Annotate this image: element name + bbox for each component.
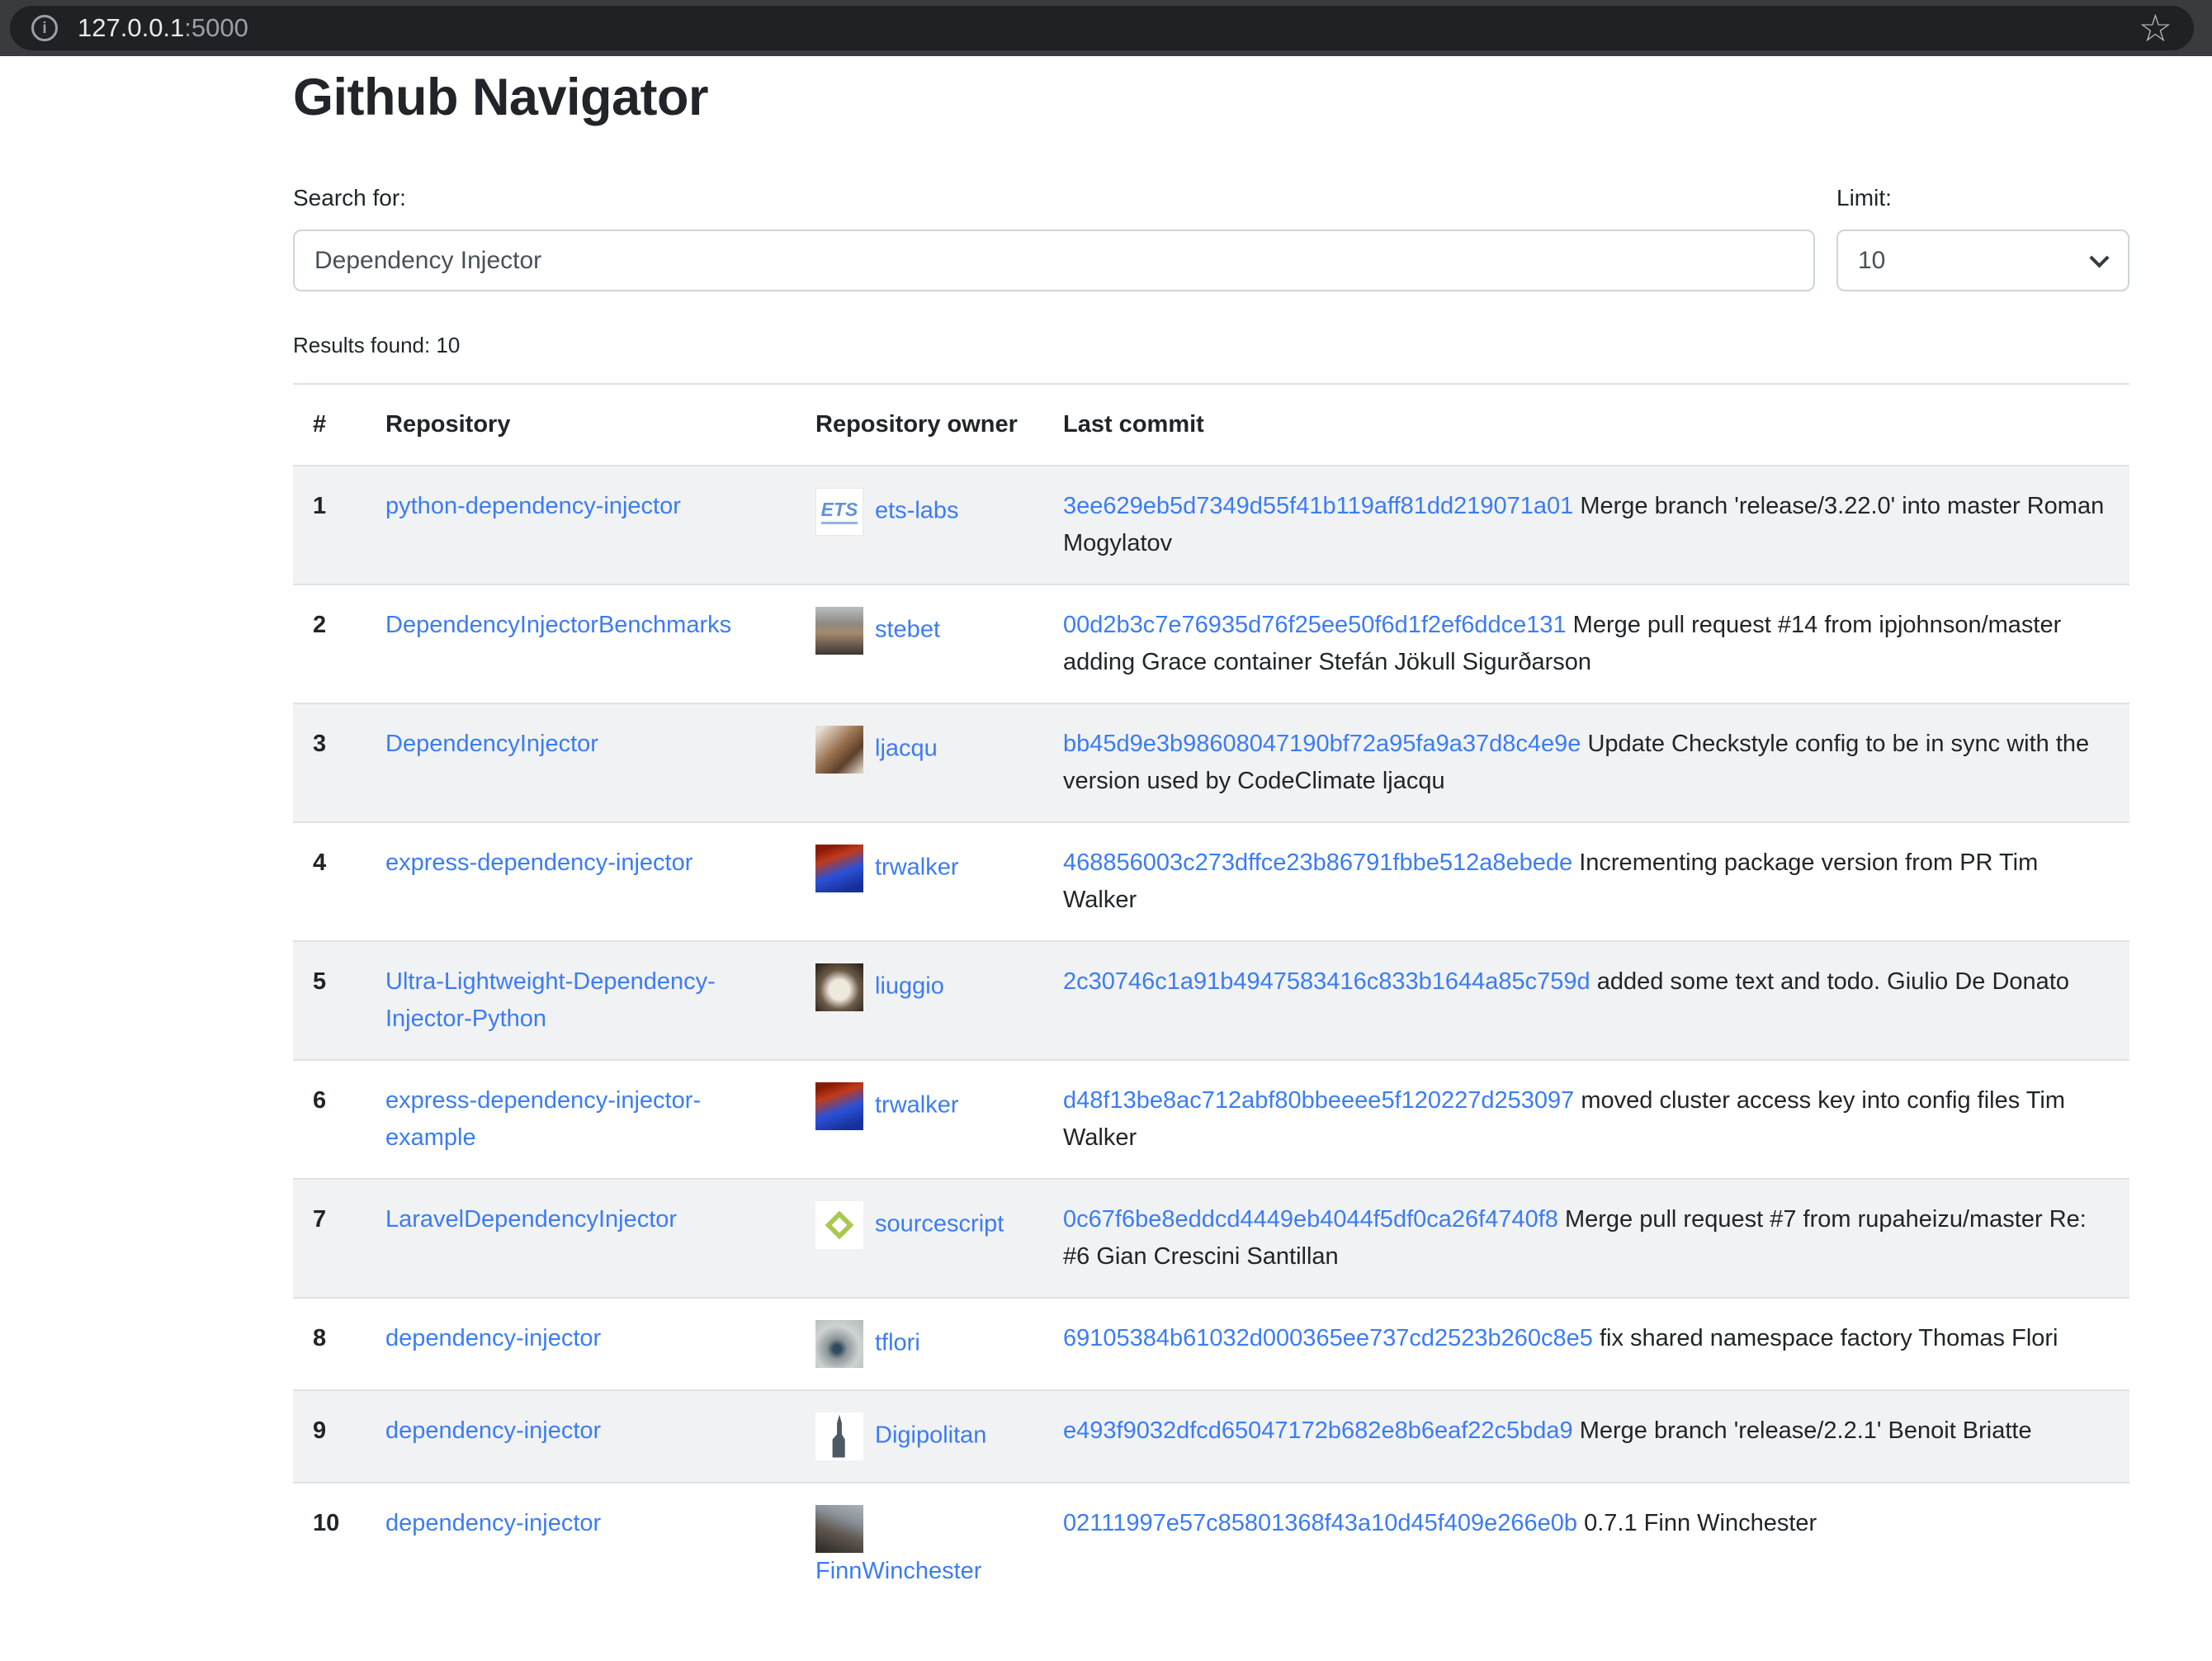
repo-link[interactable]: express-dependency-injector [385,849,692,876]
owner-link[interactable]: sourcescript [875,1210,1004,1237]
limit-select[interactable]: 10 [1836,230,2129,291]
row-number: 1 [293,466,366,584]
commit-hash-link[interactable]: 468856003c273dffce23b86791fbbe512a8ebede [1063,849,1572,876]
search-group: Search for: [293,185,1815,291]
page-title: Github Navigator [293,68,2129,127]
table-row: 10 dependency-injector FinnWinchester 02… [293,1483,2129,1611]
table-row: 7 LaravelDependencyInjector sourcescript… [293,1179,2129,1298]
sourcescript-avatar [815,1201,863,1249]
bookmark-star-icon[interactable]: ☆ [2139,9,2172,47]
table-row: 3 DependencyInjector ljacqu bb45d9e3b986… [293,703,2129,822]
header-number: # [293,384,366,466]
url-bar[interactable]: i 127.0.0.1:5000 ☆ [10,6,2194,50]
row-number: 9 [293,1390,366,1483]
row-number: 8 [293,1298,366,1390]
header-repository-owner: Repository owner [796,384,1043,466]
url-host: 127.0.0.1 [78,13,184,42]
search-controls: Search for: Limit: 10 [293,185,2129,291]
ets-labs-avatar: ETS [815,488,863,536]
repo-link[interactable]: LaravelDependencyInjector [385,1206,677,1233]
commit-hash-link[interactable]: d48f13be8ac712abf80bbeeee5f120227d253097 [1063,1087,1574,1114]
row-number: 5 [293,941,366,1060]
page-content: Github Navigator Search for: Limit: 10 R… [293,68,2129,1611]
commit-hash-link[interactable]: 2c30746c1a91b4947583416c833b1644a85c759d [1063,968,1590,995]
commit-hash-link[interactable]: 02111997e57c85801368f43a10d45f409e266e0b [1063,1510,1577,1536]
repo-link[interactable]: Ultra-Lightweight-Dependency-Injector-Py… [385,968,716,1032]
building-icon [822,1415,857,1458]
owner-link[interactable]: Digipolitan [875,1422,986,1448]
owner-link[interactable]: trwalker [875,1091,959,1118]
results-count: Results found: 10 [293,333,2129,358]
limit-label: Limit: [1836,185,2129,211]
browser-toolbar: i 127.0.0.1:5000 ☆ [0,0,2212,56]
finnwinchester-avatar [815,1505,863,1553]
owner-link[interactable]: FinnWinchester [815,1558,981,1584]
commit-message: added some text and todo. Giulio De Dona… [1597,968,2069,995]
liuggio-avatar [815,963,863,1011]
commit-message: fix shared namespace factory Thomas Flor… [1600,1325,2058,1351]
repo-link[interactable]: dependency-injector [385,1325,601,1351]
row-number: 4 [293,822,366,941]
url-text: 127.0.0.1:5000 [78,13,248,43]
owner-link[interactable]: ets-labs [875,498,959,524]
results-table: # Repository Repository owner Last commi… [293,383,2129,1611]
owner-link[interactable]: trwalker [875,854,959,881]
trwalker-avatar [815,1082,863,1130]
search-input[interactable] [293,230,1815,291]
limit-group: Limit: 10 [1836,185,2129,291]
table-row: 6 express-dependency-injector-example tr… [293,1060,2129,1179]
table-header-row: # Repository Repository owner Last commi… [293,384,2129,466]
table-row: 8 dependency-injector tflori 69105384b61… [293,1298,2129,1390]
stebet-avatar [815,607,863,655]
commit-message: 0.7.1 Finn Winchester [1584,1510,1817,1536]
owner-link[interactable]: stebet [875,617,940,643]
commit-hash-link[interactable]: 00d2b3c7e76935d76f25ee50f6d1f2ef6ddce131 [1063,612,1567,638]
repo-link[interactable]: dependency-injector [385,1417,601,1444]
owner-link[interactable]: liuggio [875,973,944,1000]
row-number: 7 [293,1179,366,1298]
search-label: Search for: [293,185,1815,211]
owner-link[interactable]: ljacqu [875,736,938,762]
ets-logo-text: ETS [821,500,858,524]
table-row: 1 python-dependency-injector ETS ets-labs… [293,466,2129,584]
table-row: 4 express-dependency-injector trwalker 4… [293,822,2129,941]
repo-link[interactable]: DependencyInjectorBenchmarks [385,612,731,638]
commit-hash-link[interactable]: 3ee629eb5d7349d55f41b119aff81dd219071a01 [1063,493,1573,519]
table-row: 9 dependency-injector Digipolitan e493f9… [293,1390,2129,1483]
row-number: 2 [293,584,366,703]
tflori-avatar [815,1320,863,1368]
repo-link[interactable]: express-dependency-injector-example [385,1087,701,1151]
row-number: 6 [293,1060,366,1179]
repo-link[interactable]: DependencyInjector [385,731,598,757]
trwalker-avatar [815,845,863,892]
url-port: :5000 [184,13,248,42]
repo-link[interactable]: python-dependency-injector [385,493,681,519]
repo-link[interactable]: dependency-injector [385,1510,601,1536]
commit-hash-link[interactable]: 0c67f6be8eddcd4449eb4044f5df0ca26f4740f8 [1063,1206,1558,1233]
owner-link[interactable]: tflori [875,1329,920,1356]
ljacqu-avatar [815,726,863,774]
green-diamond-icon [825,1210,854,1239]
commit-hash-link[interactable]: e493f9032dfcd65047172b682e8b6eaf22c5bda9 [1063,1417,1573,1444]
commit-hash-link[interactable]: 69105384b61032d000365ee737cd2523b260c8e5 [1063,1325,1593,1351]
info-icon[interactable]: i [31,15,58,41]
row-number: 10 [293,1483,366,1611]
table-row: 5 Ultra-Lightweight-Dependency-Injector-… [293,941,2129,1060]
commit-message: Merge branch 'release/2.2.1' Benoit Bria… [1580,1417,2032,1444]
header-repository: Repository [366,384,796,466]
commit-hash-link[interactable]: bb45d9e3b98608047190bf72a95fa9a37d8c4e9e [1063,731,1581,757]
row-number: 3 [293,703,366,822]
header-last-commit: Last commit [1043,384,2129,466]
digipolitan-avatar [815,1413,863,1460]
table-row: 2 DependencyInjectorBenchmarks stebet 00… [293,584,2129,703]
